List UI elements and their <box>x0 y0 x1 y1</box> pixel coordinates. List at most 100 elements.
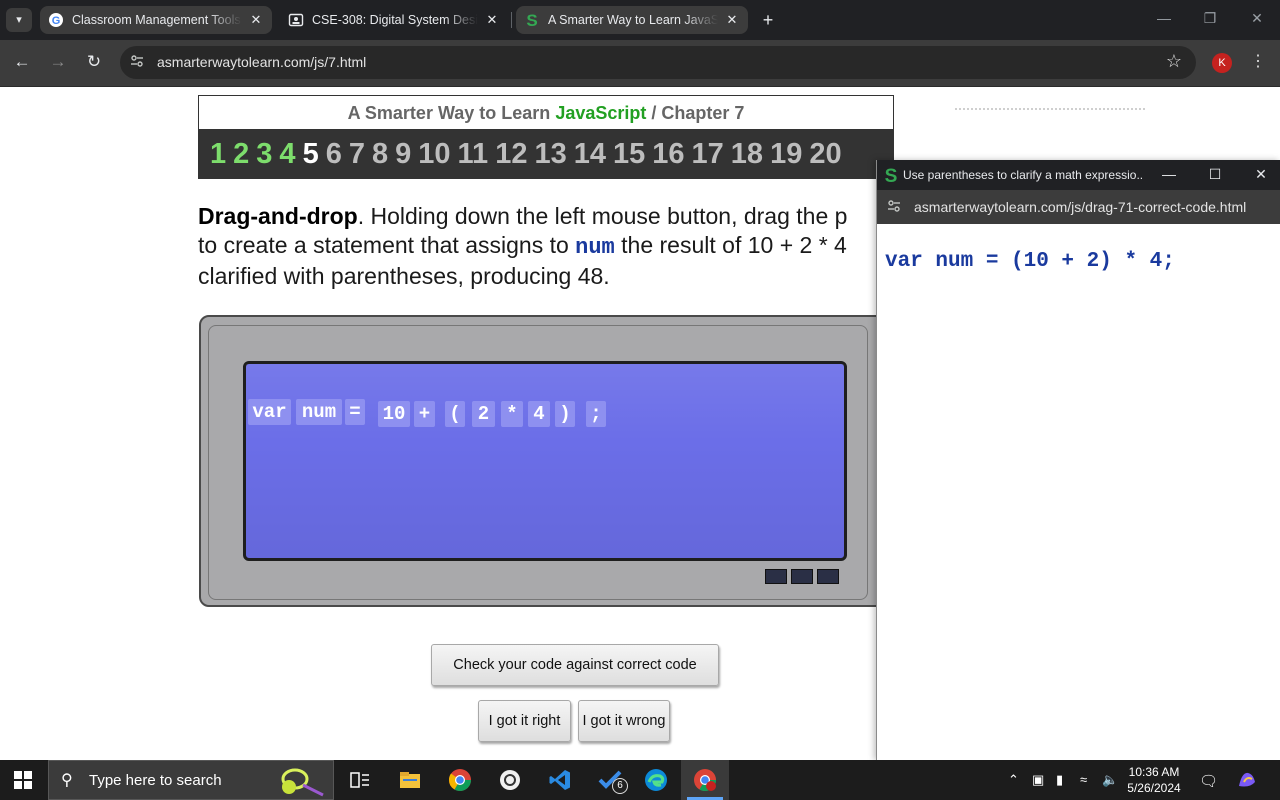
clock-date: 5/26/2024 <box>1127 781 1181 795</box>
url-text: asmarterwaytolearn.com/js/7.html <box>157 54 367 70</box>
bookmark-star-icon[interactable]: ☆ <box>1166 51 1182 72</box>
reload-icon[interactable]: ↻ <box>82 50 106 74</box>
code-token[interactable]: 4 <box>528 401 550 427</box>
forward-arrow-icon[interactable]: → <box>46 50 70 74</box>
chapter-link-18[interactable]: 18 <box>731 129 763 179</box>
windows-start-icon[interactable] <box>14 771 32 789</box>
tab-smarter-way[interactable]: S A Smarter Way to Learn JavaScript ✕ <box>516 6 748 34</box>
chapter-navigation: 1 2 3 4 5 6 7 8 9 10 11 12 13 14 15 16 17 18 19 20 <box>198 129 894 179</box>
code-token[interactable]: ) <box>555 401 575 427</box>
copilot-icon[interactable] <box>1236 770 1258 793</box>
back-arrow-icon[interactable]: ← <box>10 50 34 74</box>
tab-cse-308[interactable]: CSE-308: Digital System Design ✕ <box>280 6 508 34</box>
code-token[interactable]: + <box>414 401 435 427</box>
chapter-link-14[interactable]: 14 <box>574 129 606 179</box>
tab-classroom-management[interactable]: G Classroom Management Tools & Resources… <box>40 6 272 34</box>
check-code-button[interactable]: Check your code against correct code <box>431 644 719 686</box>
chapter-link-7[interactable]: 7 <box>349 129 365 179</box>
battery-icon[interactable]: ▮ <box>1056 772 1063 788</box>
google-icon: G <box>48 12 64 28</box>
popup-url-bar: asmarterwaytolearn.com/js/drag-71-correc… <box>877 190 1280 224</box>
restore-icon[interactable]: ❐ <box>1200 10 1220 27</box>
code-token[interactable]: 10 <box>378 401 410 427</box>
code-token[interactable]: ; <box>586 401 606 427</box>
chapter-link-4[interactable]: 4 <box>279 129 295 179</box>
chapter-link-20[interactable]: 20 <box>809 129 841 179</box>
wifi-icon[interactable]: ≈ <box>1080 772 1087 787</box>
chapter-link-9[interactable]: 9 <box>395 129 411 179</box>
taskbar-clock[interactable]: 10:36 AM 5/26/2024 <box>1122 764 1186 796</box>
chapter-link-15[interactable]: 15 <box>613 129 645 179</box>
profile-avatar[interactable]: K <box>1212 53 1232 73</box>
popup-maximize-icon[interactable]: ☐ <box>1205 166 1225 183</box>
drag-drop-monitor: var num = 10 + (2 * 4); <box>199 315 889 607</box>
svg-text:S: S <box>526 12 537 28</box>
minimize-icon[interactable]: — <box>1154 10 1174 26</box>
chapter-link-19[interactable]: 19 <box>770 129 802 179</box>
got-it-right-button[interactable]: I got it right <box>478 700 571 742</box>
meet-now-icon[interactable]: ▣ <box>1032 772 1044 788</box>
file-explorer-icon[interactable] <box>386 760 434 800</box>
chapter-link-16[interactable]: 16 <box>652 129 684 179</box>
browser-tab-bar: ▾ G Classroom Management Tools & Resourc… <box>0 0 1280 40</box>
new-tab-plus-icon[interactable]: + <box>758 8 778 32</box>
notifications-icon[interactable]: 🗨 <box>1199 772 1218 790</box>
tab-title: A Smarter Way to Learn JavaScript <box>548 13 718 27</box>
tray-chevron-up-icon[interactable]: ⌃ <box>1008 772 1019 788</box>
chatgpt-icon[interactable] <box>486 760 534 800</box>
tab-title: Classroom Management Tools & Resources <box>72 13 242 27</box>
chapter-link-6[interactable]: 6 <box>326 129 342 179</box>
tab-search-button[interactable]: ▾ <box>6 8 32 32</box>
instructions-code: num <box>575 235 615 260</box>
code-token[interactable]: = <box>345 399 365 425</box>
popup-close-icon[interactable]: ✕ <box>1251 166 1271 183</box>
windows-taskbar: ⚲ Type here to search 6 ⌃ ▣ ▮ ≈ 🔈 10:36 … <box>0 760 1280 800</box>
chapter-link-11[interactable]: 11 <box>458 129 489 179</box>
todo-badge: 6 <box>612 778 628 794</box>
vscode-icon[interactable] <box>536 760 584 800</box>
search-placeholder: Type here to search <box>89 772 222 789</box>
close-icon[interactable]: ✕ <box>484 12 500 28</box>
title-prefix: A Smarter Way to Learn <box>347 103 556 123</box>
code-token[interactable]: 2 <box>472 401 495 427</box>
tab-separator <box>511 12 512 28</box>
site-settings-icon[interactable] <box>887 199 901 216</box>
code-token[interactable]: num <box>296 399 342 425</box>
code-token[interactable]: * <box>501 401 523 427</box>
chapter-link-17[interactable]: 17 <box>692 129 724 179</box>
chapter-link-5[interactable]: 5 <box>303 129 319 179</box>
code-token[interactable]: var <box>248 399 291 425</box>
smarter-way-icon: S <box>885 166 898 184</box>
popup-title-bar: S Use parentheses to clarify a math expr… <box>877 160 1280 190</box>
todo-check-icon[interactable]: 6 <box>586 760 634 800</box>
got-it-wrong-button[interactable]: I got it wrong <box>578 700 670 742</box>
svg-text:G: G <box>52 15 61 27</box>
close-icon[interactable]: ✕ <box>724 12 740 28</box>
chrome-icon[interactable] <box>436 760 484 800</box>
volume-icon[interactable]: 🔈 <box>1102 772 1118 788</box>
site-settings-icon[interactable] <box>128 54 146 72</box>
chapter-link-1[interactable]: 1 <box>210 129 226 179</box>
instructions-line3: clarified with parentheses, producing 48… <box>198 263 610 289</box>
monitor-buttons <box>765 569 839 584</box>
chapter-link-12[interactable]: 12 <box>495 129 527 179</box>
chapter-link-10[interactable]: 10 <box>418 129 450 179</box>
clock-time: 10:36 AM <box>1128 765 1180 779</box>
window-close-icon[interactable]: ✕ <box>1247 10 1267 27</box>
edge-icon[interactable] <box>632 760 680 800</box>
chapter-link-13[interactable]: 13 <box>534 129 566 179</box>
popup-minimize-icon[interactable]: — <box>1159 166 1179 182</box>
drop-zone-screen[interactable]: var num = 10 + (2 * 4); <box>243 361 847 561</box>
menu-kebab-icon[interactable]: ⋮ <box>1250 51 1266 71</box>
taskbar-search-box[interactable]: ⚲ Type here to search <box>48 760 334 800</box>
address-bar[interactable]: asmarterwaytolearn.com/js/7.html ☆ <box>120 46 1196 79</box>
code-token[interactable]: ( <box>445 401 465 427</box>
close-icon[interactable]: ✕ <box>248 12 264 28</box>
chrome-profile-icon[interactable] <box>681 760 729 800</box>
task-view-icon[interactable] <box>336 760 384 800</box>
chapter-link-3[interactable]: 3 <box>256 129 272 179</box>
popup-url-text: asmarterwaytolearn.com/js/drag-71-correc… <box>914 199 1247 215</box>
chapter-link-2[interactable]: 2 <box>233 129 249 179</box>
chapter-link-8[interactable]: 8 <box>372 129 388 179</box>
title-chapter: Chapter 7 <box>661 103 745 123</box>
